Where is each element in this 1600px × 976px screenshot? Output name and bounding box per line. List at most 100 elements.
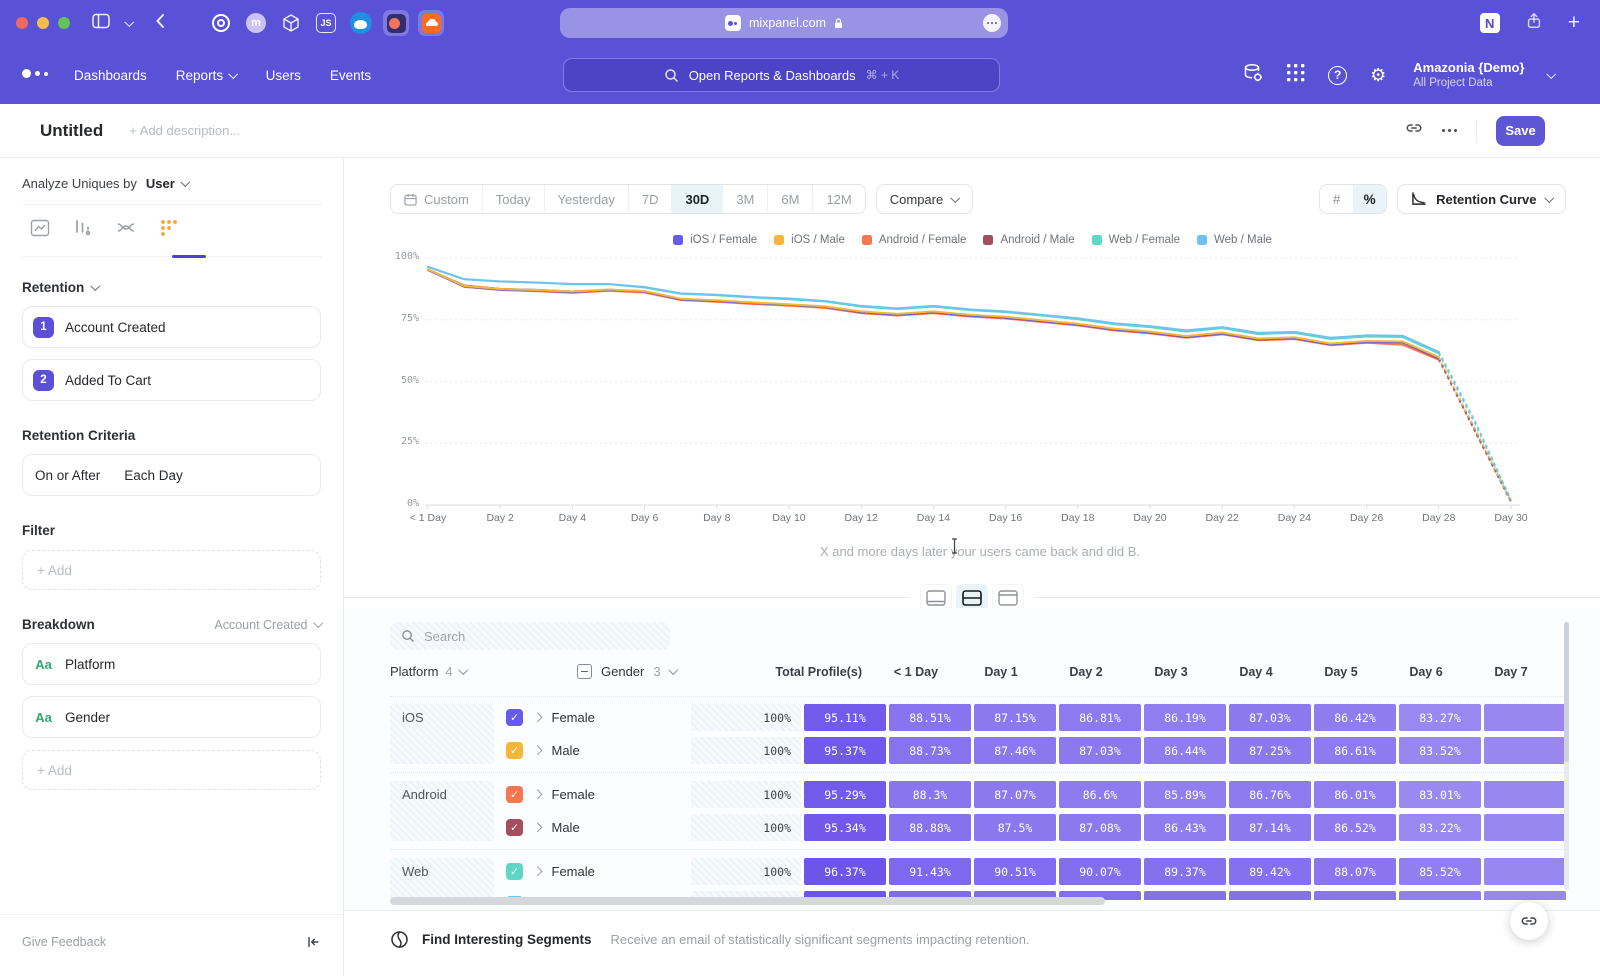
share-link-fab[interactable] xyxy=(1510,902,1548,940)
percent-values-toggle[interactable]: % xyxy=(1353,185,1386,213)
tab-retention[interactable] xyxy=(159,218,179,243)
segment-checkbox[interactable]: ✓ xyxy=(506,863,523,880)
legend-item[interactable]: Web / Female xyxy=(1092,234,1180,246)
retention-value-cell[interactable]: 86.76% xyxy=(1229,781,1311,808)
retention-value-cell[interactable]: 88.88% xyxy=(889,814,971,841)
retention-value-cell[interactable]: 88.51% xyxy=(889,704,971,731)
url-more-icon[interactable] xyxy=(983,14,1001,32)
nav-item-events[interactable]: Events xyxy=(330,68,371,83)
global-search[interactable]: Open Reports & Dashboards ⌘ + K xyxy=(563,58,1000,92)
retention-value-cell[interactable]: 95.37% xyxy=(804,737,886,764)
js-badge-icon[interactable]: JS xyxy=(313,10,339,36)
retention-value-cell[interactable]: 87.07% xyxy=(974,781,1056,808)
compare-button[interactable]: Compare xyxy=(876,184,973,214)
minimize-window-icon[interactable] xyxy=(37,17,49,29)
retention-value-cell[interactable]: 91.43% xyxy=(889,858,971,885)
tab-funnels[interactable] xyxy=(73,218,93,243)
segments-title[interactable]: Find Interesting Segments xyxy=(422,932,592,947)
nav-item-dashboards[interactable]: Dashboards xyxy=(74,68,147,83)
retention-value-cell[interactable]: 88.07% xyxy=(1314,858,1396,885)
apps-grid-icon[interactable] xyxy=(1287,64,1305,87)
gender-label[interactable]: Male xyxy=(552,820,580,835)
browser-globe-icon[interactable] xyxy=(348,10,374,36)
nav-item-users[interactable]: Users xyxy=(266,68,301,83)
retention-value-cell[interactable]: 86.01% xyxy=(1314,781,1396,808)
breakdown-property-name[interactable]: Gender xyxy=(65,710,110,725)
absolute-values-toggle[interactable]: # xyxy=(1320,185,1353,213)
retention-value-cell[interactable]: 95.11% xyxy=(804,704,886,731)
collapse-sidebar-icon[interactable] xyxy=(305,934,321,950)
select-all-checkbox[interactable] xyxy=(577,664,592,679)
range-yesterday[interactable]: Yesterday xyxy=(545,185,629,213)
retention-value-cell[interactable]: 86.81% xyxy=(1059,704,1141,731)
project-switcher[interactable]: Amazonia {Demo} All Project Data xyxy=(1413,60,1524,91)
retention-value-cell[interactable]: 86.43% xyxy=(1144,814,1226,841)
cube-icon[interactable] xyxy=(278,10,304,36)
chevron-down-icon[interactable] xyxy=(125,17,134,26)
day-column-header[interactable]: Day 1 xyxy=(960,665,1042,679)
gender-label[interactable]: Male xyxy=(552,743,580,758)
copy-link-icon[interactable] xyxy=(1405,119,1423,142)
criteria-each-select[interactable]: Each Day xyxy=(124,468,183,483)
tab-insights[interactable] xyxy=(30,218,50,243)
retention-value-cell[interactable]: 89.48% xyxy=(1144,891,1226,900)
day-column-header[interactable]: Day 2 xyxy=(1045,665,1127,679)
platform-column-header[interactable]: Platform 4 xyxy=(390,664,565,679)
retention-value-cell[interactable]: 87.46% xyxy=(974,737,1056,764)
segment-checkbox[interactable]: ✓ xyxy=(506,786,523,803)
url-bar[interactable]: mixpanel.com xyxy=(560,8,1008,38)
retention-value-cell[interactable]: 85.52% xyxy=(1399,858,1481,885)
breakdown-property-name[interactable]: Platform xyxy=(65,657,115,672)
range-30d[interactable]: 30D xyxy=(672,185,723,213)
table-search-input[interactable]: Search xyxy=(390,622,670,650)
retention-value-cell[interactable]: 87.14% xyxy=(1229,814,1311,841)
range-7d[interactable]: 7D xyxy=(629,185,673,213)
total-profiles-column-header[interactable]: Total Profile(s) xyxy=(762,665,872,679)
retention-value-cell[interactable]: 87.25% xyxy=(1229,737,1311,764)
retention-value-cell[interactable]: 86.19% xyxy=(1144,704,1226,731)
retention-value-cell[interactable]: 87.5% xyxy=(974,814,1056,841)
sidebar-toggle-icon[interactable] xyxy=(92,13,110,34)
retention-value-cell[interactable]: 88.24% xyxy=(1314,891,1396,900)
range-custom[interactable]: Custom xyxy=(391,185,483,213)
maximize-window-icon[interactable] xyxy=(58,17,70,29)
retention-value-cell[interactable]: 86.52% xyxy=(1314,814,1396,841)
retention-value-cell[interactable]: 83.01% xyxy=(1399,781,1481,808)
retention-value-cell[interactable]: 87.15% xyxy=(974,704,1056,731)
give-feedback-link[interactable]: Give Feedback xyxy=(22,935,106,949)
close-window-icon[interactable] xyxy=(16,17,28,29)
retention-value-cell[interactable]: 83.52% xyxy=(1399,737,1481,764)
soundcloud-icon[interactable] xyxy=(418,10,444,36)
retention-value-cell[interactable]: 89.42% xyxy=(1229,858,1311,885)
settings-gear-icon[interactable]: ⚙ xyxy=(1370,66,1386,84)
gender-column-header[interactable]: Gender 3 xyxy=(577,664,762,679)
analyze-uniques-row[interactable]: Analyze Uniques by User xyxy=(22,158,321,205)
range-6m[interactable]: 6M xyxy=(768,185,813,213)
add-breakdown-button[interactable]: + Add xyxy=(22,750,321,790)
legend-item[interactable]: iOS / Female xyxy=(673,234,757,246)
legend-item[interactable]: Web / Male xyxy=(1197,234,1272,246)
gender-label[interactable]: Female xyxy=(552,710,595,725)
retention-value-cell[interactable]: 96.37% xyxy=(804,858,886,885)
add-description[interactable]: + Add description... xyxy=(129,123,240,138)
step-event-name[interactable]: Added To Cart xyxy=(65,373,151,388)
retention-value-cell[interactable]: 88.73% xyxy=(889,737,971,764)
horizontal-scrollbar[interactable] xyxy=(390,897,1105,905)
screen-studio-icon[interactable] xyxy=(383,10,409,36)
day-column-header[interactable]: Day 5 xyxy=(1300,665,1382,679)
more-options-icon[interactable] xyxy=(1442,129,1457,132)
legend-item[interactable]: Android / Female xyxy=(862,234,967,246)
day-column-header[interactable]: < 1 Day xyxy=(875,665,957,679)
breakdown-card[interactable]: AaPlatform xyxy=(22,643,321,685)
gender-label[interactable]: Female xyxy=(552,787,595,802)
m-avatar-icon[interactable]: m xyxy=(243,10,269,36)
retention-value-cell[interactable]: 86.44% xyxy=(1144,737,1226,764)
new-tab-icon[interactable]: + xyxy=(1568,13,1580,33)
data-management-icon[interactable] xyxy=(1242,62,1264,89)
retention-value-cell[interactable]: 83.27% xyxy=(1399,704,1481,731)
retention-value-cell[interactable]: 85.89% xyxy=(1144,781,1226,808)
retention-value-cell[interactable]: 85.67% xyxy=(1399,891,1481,900)
tab-flows[interactable] xyxy=(116,218,136,243)
retention-value-cell[interactable]: 87.03% xyxy=(1229,704,1311,731)
back-icon[interactable] xyxy=(155,13,165,34)
